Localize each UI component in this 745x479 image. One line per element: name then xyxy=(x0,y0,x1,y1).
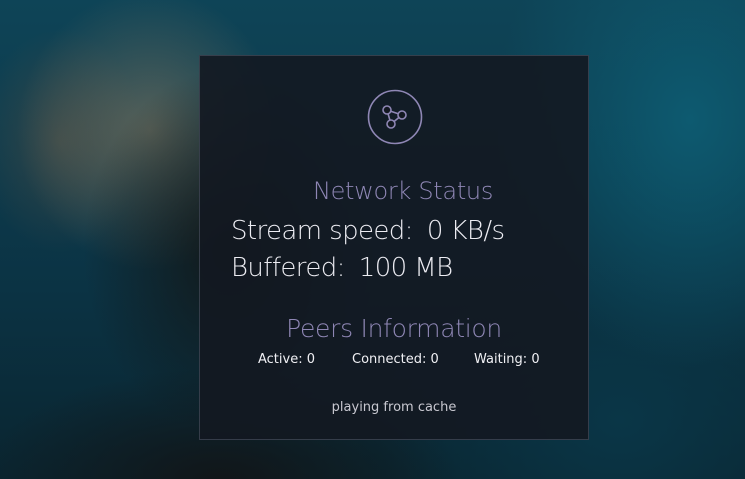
peers-active: Active: 0 xyxy=(258,352,315,367)
stream-speed-value: 0 KB/s xyxy=(426,216,505,246)
peers-information-title: Peers Information xyxy=(286,314,502,343)
peers-connected: Connected: 0 xyxy=(352,352,439,367)
stream-speed-row: Stream speed: 0 KB/s xyxy=(231,216,505,246)
stream-speed-label: Stream speed: xyxy=(231,216,413,246)
network-share-icon xyxy=(367,89,423,145)
buffered-label: Buffered: xyxy=(231,253,345,283)
network-status-title: Network Status xyxy=(312,177,494,205)
buffered-value: 100 MB xyxy=(358,253,453,283)
playback-status-text: playing from cache xyxy=(331,400,457,415)
buffered-row: Buffered: 100 MB xyxy=(231,253,453,283)
network-status-panel: Network Status Stream speed: 0 KB/s Buffe… xyxy=(199,55,589,440)
peers-waiting: Waiting: 0 xyxy=(474,352,540,367)
